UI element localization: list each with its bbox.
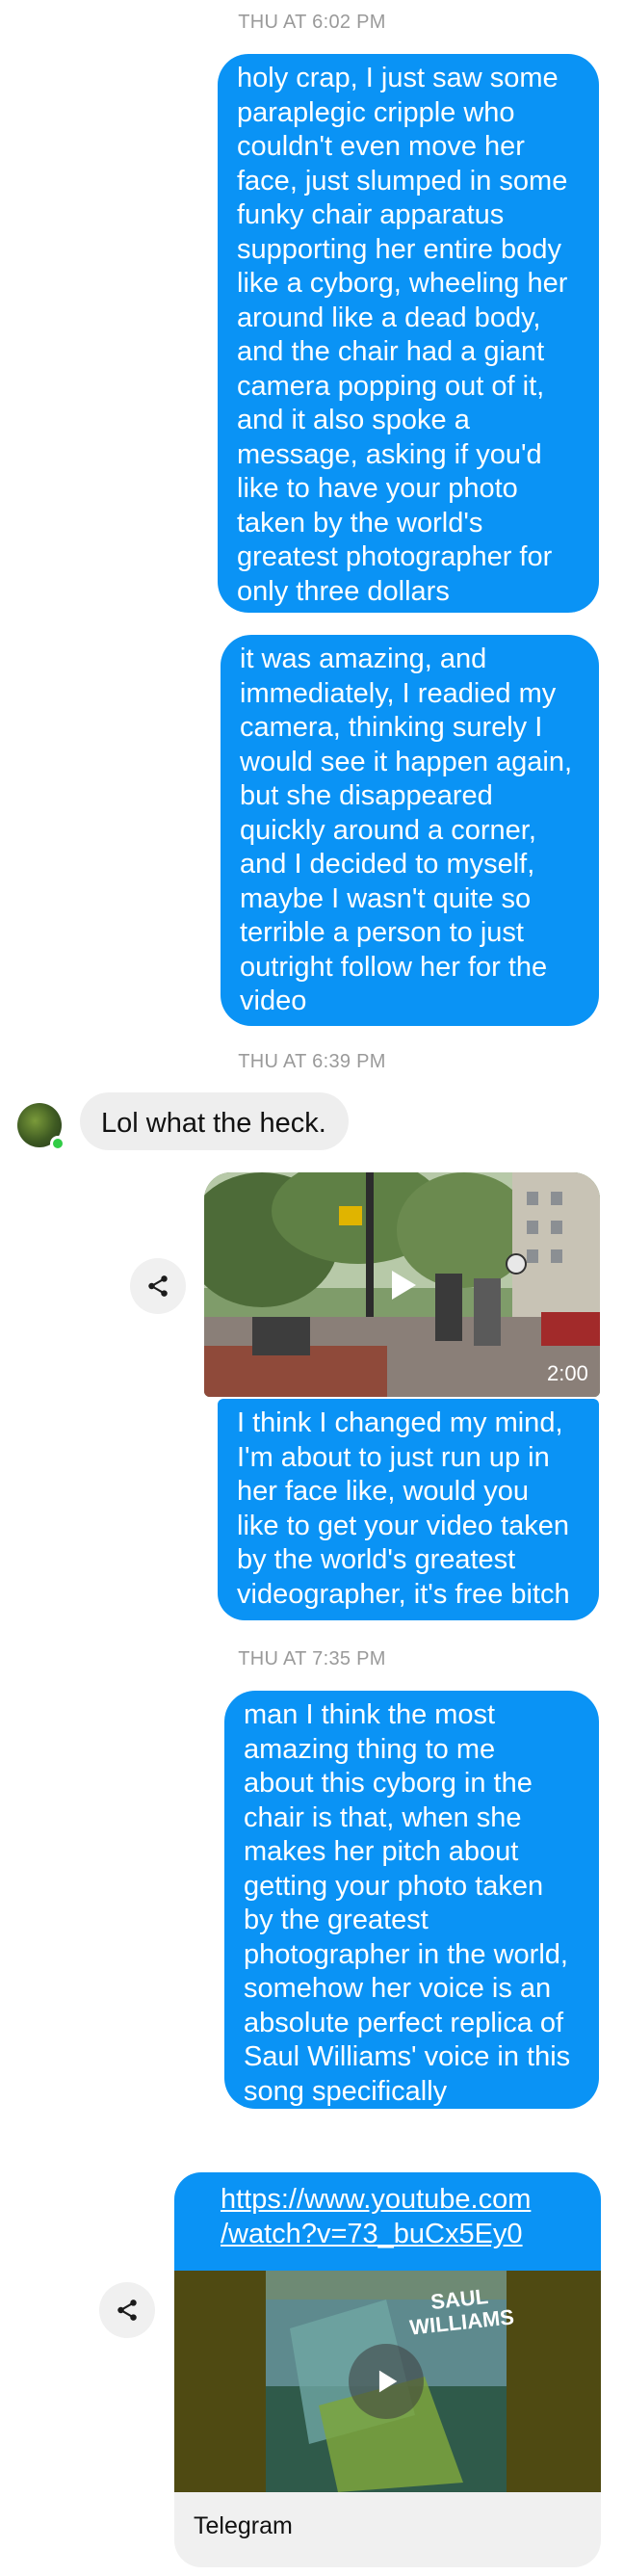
contact-avatar[interactable] bbox=[17, 1103, 65, 1151]
incoming-message[interactable]: Lol what the heck. bbox=[80, 1092, 349, 1150]
link-source: Telegram bbox=[194, 2512, 293, 2539]
outgoing-message[interactable]: holy crap, I just saw some paraplegic cr… bbox=[218, 54, 599, 613]
video-duration: 2:00 bbox=[547, 1361, 588, 1385]
outgoing-message[interactable]: I think I changed my mind, I'm about to … bbox=[218, 1399, 599, 1620]
outgoing-message[interactable]: man I think the most amazing thing to me… bbox=[224, 1691, 599, 2109]
share-button[interactable] bbox=[99, 2282, 155, 2338]
outgoing-message[interactable]: it was amazing, and immediately, I readi… bbox=[221, 635, 599, 1026]
play-icon bbox=[392, 1271, 416, 1300]
share-icon bbox=[117, 2300, 137, 2321]
share-icon bbox=[148, 1275, 168, 1297]
timestamp: THU AT 6:02 PM bbox=[238, 12, 386, 33]
timestamp: THU AT 6:39 PM bbox=[238, 1051, 386, 1072]
link-thumbnail[interactable]: SAUL WILLIAMS bbox=[174, 2271, 601, 2492]
video-attachment[interactable]: 2:00 bbox=[204, 1172, 600, 1397]
timestamp: THU AT 7:35 PM bbox=[238, 1648, 386, 1669]
play-button[interactable] bbox=[364, 1248, 439, 1323]
online-status-dot bbox=[50, 1136, 65, 1151]
link-preview-card[interactable]: https://www.youtube.com /watch?v=73_buCx… bbox=[174, 2172, 601, 2567]
link-url[interactable]: https://www.youtube.com /watch?v=73_buCx… bbox=[221, 2182, 531, 2251]
play-icon bbox=[378, 2370, 398, 2393]
link-header: https://www.youtube.com /watch?v=73_buCx… bbox=[174, 2172, 601, 2271]
share-button[interactable] bbox=[130, 1258, 186, 1314]
play-button[interactable] bbox=[349, 2344, 424, 2419]
